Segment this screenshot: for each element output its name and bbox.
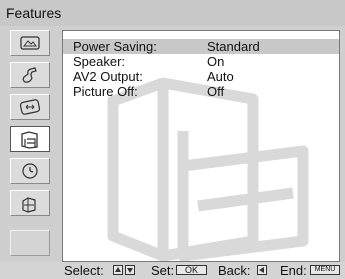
menu-row-av2-output[interactable]: AV2 Output: Auto	[63, 69, 339, 84]
row-value: Standard	[207, 39, 260, 54]
menu-key-icon: MENU	[310, 265, 340, 275]
row-label: Picture Off:	[73, 84, 138, 99]
picture-icon	[20, 36, 40, 50]
menu-row-speaker[interactable]: Speaker: On	[63, 54, 339, 69]
back-hint: Back:	[218, 263, 251, 278]
sidebar-item-timer[interactable]	[10, 158, 50, 184]
sidebar-item-picture[interactable]	[10, 30, 50, 56]
setup-icon	[22, 197, 36, 213]
sidebar-empty-slot	[10, 230, 50, 256]
sidebar-item-screen[interactable]	[10, 94, 50, 120]
row-value: Auto	[207, 69, 234, 84]
timer-icon	[22, 163, 38, 179]
row-label: AV2 Output:	[73, 69, 143, 84]
features-watermark-icon	[107, 77, 309, 261]
features-icon	[21, 131, 38, 149]
sidebar-item-sound[interactable]	[10, 62, 50, 88]
row-value: Off	[207, 84, 225, 99]
sidebar	[6, 28, 54, 260]
screen-icon	[19, 99, 41, 115]
sidebar-item-setup[interactable]	[10, 190, 50, 216]
features-panel: Power Saving: Standard Speaker: On AV2 O…	[62, 30, 340, 262]
down-arrow-icon	[125, 265, 135, 275]
left-arrow-icon	[257, 265, 267, 275]
menu-row-picture-off[interactable]: Picture Off: Off	[63, 84, 339, 99]
page-title: Features	[6, 5, 62, 21]
sound-icon	[22, 67, 37, 83]
sidebar-item-features[interactable]	[10, 126, 50, 152]
row-label: Power Saving:	[73, 39, 157, 54]
menu-row-power-saving[interactable]: Power Saving: Standard	[63, 39, 339, 54]
up-arrow-icon	[113, 265, 123, 275]
end-hint: End:	[280, 263, 307, 278]
set-hint: Set:	[151, 263, 175, 278]
footer-help: Select: Set: OK Back: End: MENU	[0, 262, 345, 279]
row-label: Speaker:	[73, 54, 126, 69]
ok-key-icon: OK	[176, 265, 207, 275]
row-value: On	[207, 54, 225, 69]
header-bar: Features	[0, 0, 345, 26]
select-hint: Select:	[64, 263, 104, 278]
